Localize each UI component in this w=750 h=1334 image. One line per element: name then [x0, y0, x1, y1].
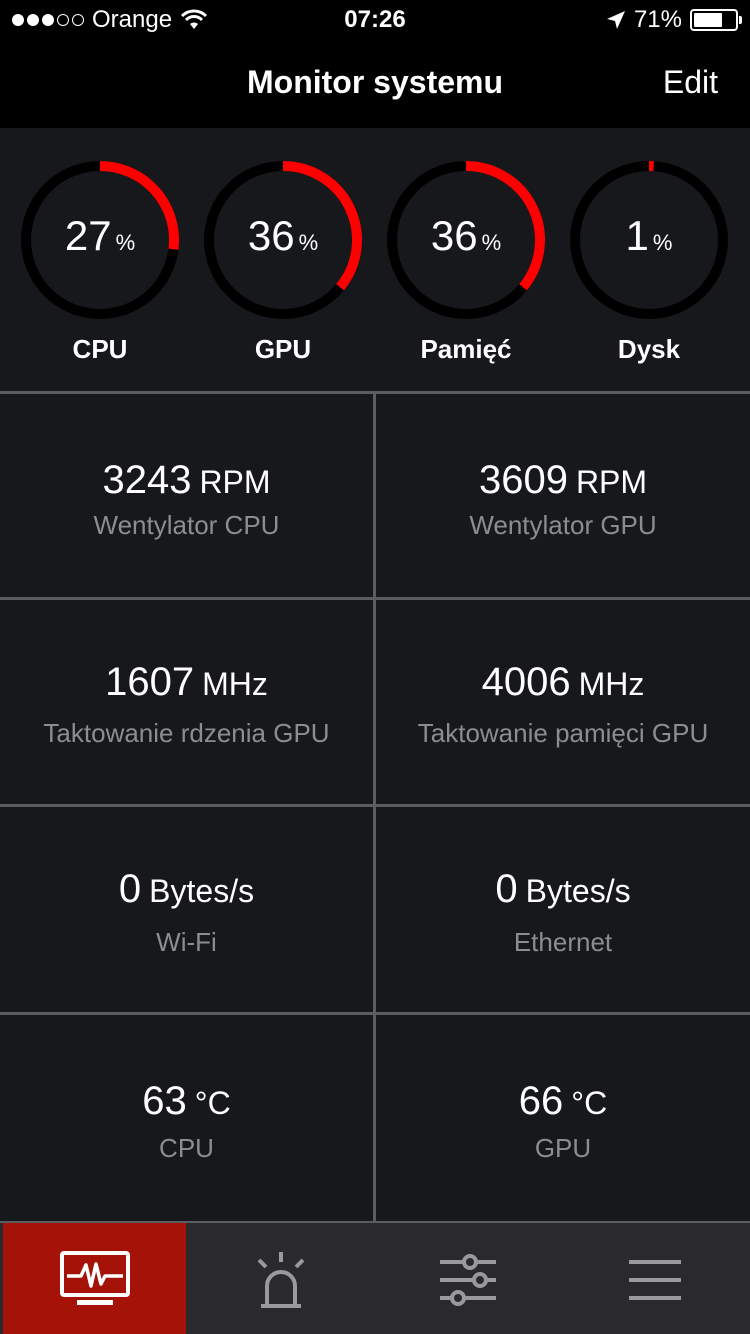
stat-tile[interactable]: 3243 RPM Wentylator CPU — [0, 394, 373, 597]
tab-alerts[interactable] — [189, 1223, 372, 1334]
stat-value: 4006 MHz — [376, 660, 750, 705]
gauge-number: 36 — [430, 212, 478, 259]
gauge-unit: % — [652, 230, 673, 255]
navigation-bar: Monitor systemu Edit — [0, 40, 750, 128]
stat-number: 3243 — [102, 458, 192, 502]
stat-number: 0 — [495, 867, 518, 911]
edit-button[interactable]: Edit — [663, 64, 718, 101]
gauge-number: 1 — [625, 212, 649, 259]
monitor-icon — [59, 1250, 130, 1305]
stat-tile[interactable]: 0 Bytes/s Wi-Fi — [0, 807, 373, 1012]
location-arrow-icon — [606, 11, 625, 29]
gauge-unit: % — [481, 230, 502, 255]
stat-number: 66 — [518, 1079, 564, 1123]
gauge-label: GPU — [254, 334, 312, 364]
gauge-label: CPU — [72, 334, 128, 364]
stat-number: 1607 — [105, 660, 195, 704]
stat-label: CPU — [159, 1133, 214, 1163]
stat-tile[interactable]: 0 Bytes/s Ethernet — [376, 807, 750, 1012]
gauge-number: 27 — [64, 212, 112, 259]
stat-unit: MHz — [578, 666, 645, 702]
battery-icon — [690, 9, 742, 31]
tab-monitor[interactable] — [3, 1223, 186, 1334]
stat-label: Wentylator GPU — [469, 510, 657, 540]
stat-value: 3609 RPM — [376, 458, 750, 503]
tab-bar — [0, 1221, 750, 1334]
stat-unit: Bytes/s — [525, 873, 631, 909]
gauge-value: 36% — [382, 212, 550, 260]
stat-label: Wi-Fi — [156, 927, 217, 957]
stat-unit: °C — [194, 1085, 231, 1121]
stats-grid: 3243 RPM Wentylator CPU 3609 RPM Wentylator G… — [0, 391, 750, 1221]
stat-tile[interactable]: 63 °C CPU — [0, 1015, 373, 1221]
gauge-unit: % — [115, 230, 136, 255]
stat-tile[interactable]: 3609 RPM Wentylator GPU — [376, 394, 750, 597]
gauge-value: 1% — [565, 212, 733, 260]
gauge-unit: % — [298, 230, 319, 255]
menu-icon — [628, 1259, 681, 1300]
stat-number: 3609 — [478, 458, 568, 502]
gauge-4[interactable]: 1% Dysk — [565, 156, 733, 366]
gauge-value: 27% — [16, 212, 184, 260]
stat-value: 3243 RPM — [0, 458, 373, 503]
stat-value: 0 Bytes/s — [0, 867, 373, 912]
stat-number: 0 — [118, 867, 142, 911]
stat-tile[interactable]: 4006 MHz Taktowanie pamięci GPU — [376, 600, 750, 804]
page-title: Monitor systemu — [246, 64, 504, 100]
stat-value: 0 Bytes/s — [376, 867, 750, 912]
gauge-label: Pamięć — [420, 334, 512, 364]
gauge-label: Dysk — [617, 334, 681, 364]
stat-unit: RPM — [575, 464, 648, 500]
stat-tile[interactable]: 66 °C GPU — [376, 1015, 750, 1221]
stat-number: 4006 — [481, 660, 571, 704]
stat-label: Ethernet — [513, 927, 613, 957]
sliders-icon — [439, 1253, 496, 1306]
stat-value: 1607 MHz — [0, 660, 373, 705]
usage-gauges: 27% CPU 36% GPU 36% Pamięć 1% Dysk — [0, 128, 750, 391]
battery-percent: 71% — [633, 6, 682, 33]
tab-menu[interactable] — [563, 1223, 746, 1334]
gauge-3[interactable]: 36% Pamięć — [382, 156, 550, 366]
gauge-1[interactable]: 27% CPU — [16, 156, 184, 366]
stat-value: 66 °C — [376, 1079, 750, 1124]
stat-tile[interactable]: 1607 MHz Taktowanie rdzenia GPU — [0, 600, 373, 804]
gauge-2[interactable]: 36% GPU — [199, 156, 367, 366]
status-right: 71% — [606, 6, 742, 34]
alarm-icon — [257, 1251, 304, 1308]
stat-number: 63 — [142, 1079, 187, 1123]
gauge-number: 36 — [247, 212, 295, 259]
tab-settings[interactable] — [376, 1223, 559, 1334]
stat-label: Taktowanie rdzenia GPU — [43, 718, 330, 748]
stat-unit: MHz — [202, 666, 268, 702]
stat-label: Taktowanie pamięci GPU — [417, 718, 709, 748]
status-bar: Orange 07:26 71% — [0, 0, 750, 40]
stat-label: GPU — [534, 1133, 592, 1163]
stat-unit: °C — [571, 1085, 608, 1121]
stat-label: Wentylator CPU — [93, 510, 280, 540]
stat-value: 63 °C — [0, 1079, 373, 1124]
stat-unit: Bytes/s — [149, 873, 255, 909]
stat-unit: RPM — [199, 464, 271, 500]
gauge-value: 36% — [199, 212, 367, 260]
